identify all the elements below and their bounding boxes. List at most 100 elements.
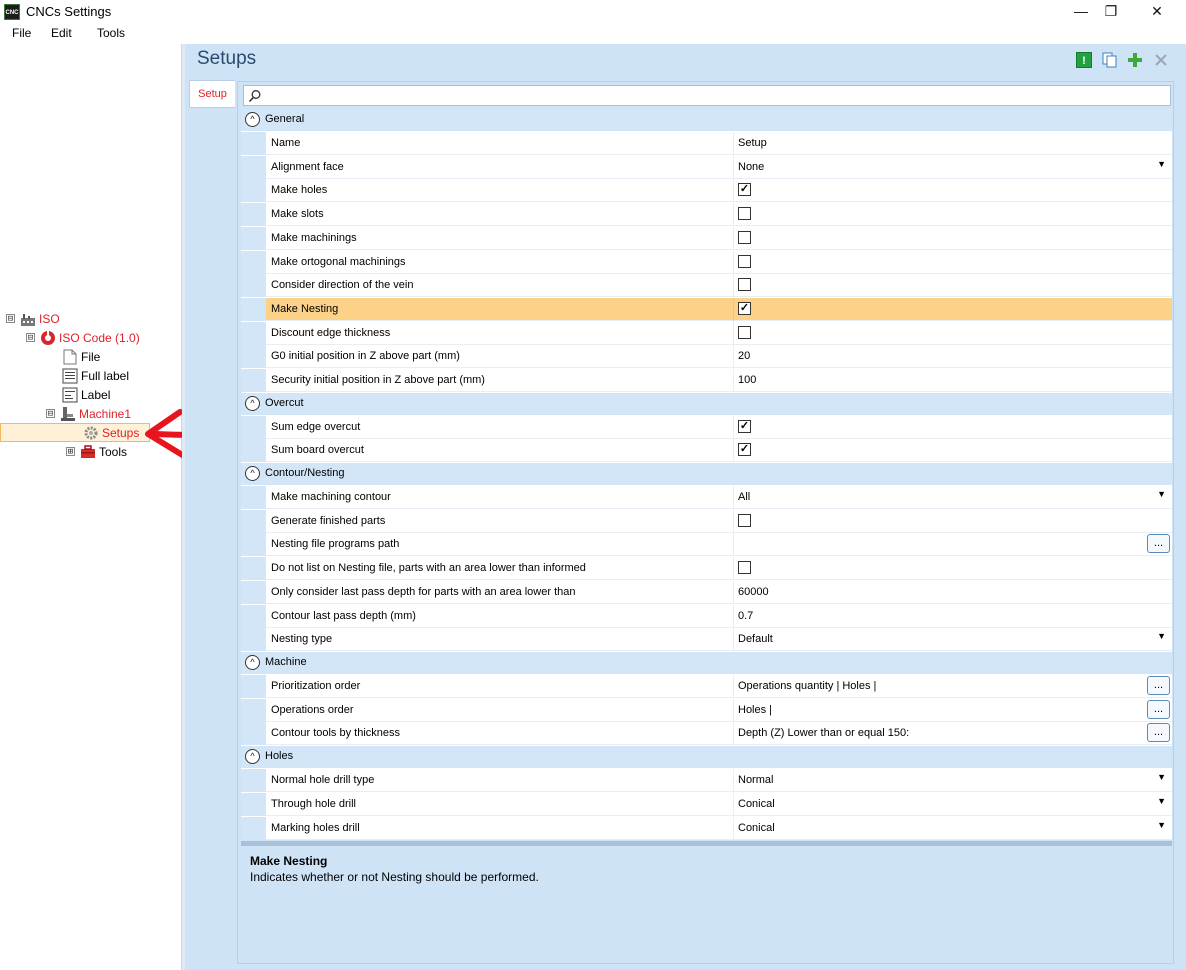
- property-checkbox[interactable]: [738, 231, 751, 244]
- maximize-button[interactable]: ❐: [1088, 0, 1134, 24]
- property-checkbox[interactable]: ✓: [738, 443, 751, 456]
- property-row[interactable]: Nesting file programs path...: [241, 533, 1172, 556]
- dropdown-arrow-icon[interactable]: ▼: [1157, 772, 1166, 782]
- property-row[interactable]: G0 initial position in Z above part (mm)…: [241, 345, 1172, 368]
- property-value[interactable]: All: [738, 491, 750, 503]
- property-row[interactable]: Make holes ✓: [241, 179, 1172, 202]
- property-checkbox[interactable]: ✓: [738, 183, 751, 196]
- ellipsis-button[interactable]: ...: [1147, 700, 1170, 719]
- property-row[interactable]: Name Setup: [241, 132, 1172, 155]
- property-row[interactable]: Make Nesting ✓: [241, 298, 1172, 321]
- tree-node-full-label[interactable]: Full label: [62, 366, 129, 385]
- property-checkbox[interactable]: [738, 326, 751, 339]
- collapse-category-icon[interactable]: ^: [245, 466, 260, 482]
- tree-node-machine1[interactable]: ⊟ Machine1: [46, 404, 131, 423]
- property-row[interactable]: Contour last pass depth (mm) 0.7: [241, 605, 1172, 628]
- dropdown-arrow-icon[interactable]: ▼: [1157, 796, 1166, 806]
- category-holes[interactable]: ^ Holes: [241, 746, 1172, 769]
- property-checkbox[interactable]: ✓: [738, 420, 751, 433]
- search-input[interactable]: [243, 85, 1171, 106]
- ellipsis-button[interactable]: ...: [1147, 534, 1170, 553]
- property-name: Make Nesting: [271, 303, 339, 315]
- property-row[interactable]: Generate finished parts: [241, 510, 1172, 533]
- menu-edit[interactable]: Edit: [51, 26, 72, 40]
- property-row[interactable]: Make machinings: [241, 227, 1172, 250]
- property-value[interactable]: None: [738, 161, 764, 173]
- property-value[interactable]: Holes |: [738, 704, 772, 716]
- tree-node-file[interactable]: File: [62, 347, 100, 366]
- property-row[interactable]: Consider direction of the vein: [241, 274, 1172, 297]
- property-value[interactable]: 60000: [738, 586, 769, 598]
- property-row[interactable]: Marking holes drill Conical ▼: [241, 817, 1172, 840]
- row-gutter: [241, 533, 266, 556]
- copy-icon[interactable]: [1102, 52, 1118, 68]
- property-row[interactable]: Operations order Holes |...: [241, 699, 1172, 722]
- property-checkbox[interactable]: [738, 278, 751, 291]
- menu-file[interactable]: File: [12, 26, 31, 40]
- tree-node-setups[interactable]: Setups: [0, 423, 150, 442]
- property-checkbox[interactable]: [738, 561, 751, 574]
- property-row[interactable]: Nesting type Default ▼: [241, 628, 1172, 651]
- tree-label-tools: Tools: [99, 444, 128, 459]
- category-general[interactable]: ^ General: [241, 109, 1172, 131]
- collapse-icon[interactable]: ⊟: [6, 314, 15, 324]
- property-checkbox[interactable]: [738, 207, 751, 220]
- property-row[interactable]: Make ortogonal machinings: [241, 251, 1172, 274]
- dropdown-arrow-icon[interactable]: ▼: [1157, 489, 1166, 499]
- tab-setup[interactable]: Setup: [189, 80, 235, 108]
- property-row[interactable]: Sum edge overcut ✓: [241, 416, 1172, 439]
- expand-icon[interactable]: ⊞: [66, 447, 75, 457]
- menu-tools[interactable]: Tools: [97, 26, 125, 40]
- property-value[interactable]: Conical: [738, 822, 775, 834]
- tree-node-tools[interactable]: ⊞ Tools: [66, 442, 127, 461]
- dropdown-arrow-icon[interactable]: ▼: [1157, 820, 1166, 830]
- collapse-category-icon[interactable]: ^: [245, 112, 260, 127]
- info-icon[interactable]: !: [1076, 52, 1092, 68]
- property-value[interactable]: 0.7: [738, 610, 753, 622]
- property-row[interactable]: Only consider last pass depth for parts …: [241, 581, 1172, 604]
- dropdown-arrow-icon[interactable]: ▼: [1157, 159, 1166, 169]
- property-row[interactable]: Discount edge thickness: [241, 322, 1172, 345]
- property-row[interactable]: Make slots: [241, 203, 1172, 226]
- delete-icon[interactable]: [1153, 52, 1169, 68]
- property-row[interactable]: Sum board overcut ✓: [241, 439, 1172, 462]
- property-row[interactable]: Make machining contour All ▼: [241, 486, 1172, 509]
- property-value[interactable]: 100: [738, 374, 756, 386]
- property-value[interactable]: 20: [738, 350, 750, 362]
- add-icon[interactable]: [1127, 52, 1143, 68]
- tree-node-iso-code[interactable]: ⊟ ISO Code (1.0): [26, 328, 140, 347]
- collapse-category-icon[interactable]: ^: [245, 655, 260, 670]
- category-overcut[interactable]: ^ Overcut: [241, 392, 1172, 415]
- category-label: Holes: [265, 750, 294, 763]
- property-value[interactable]: Setup: [738, 137, 767, 149]
- property-checkbox[interactable]: ✓: [738, 302, 751, 315]
- property-value[interactable]: Depth (Z) Lower than or equal 150:: [738, 727, 909, 739]
- category-contour-nesting[interactable]: ^ Contour/Nesting: [241, 463, 1172, 486]
- property-checkbox[interactable]: [738, 514, 751, 527]
- property-row[interactable]: Contour tools by thickness Depth (Z) Lowe…: [241, 722, 1172, 745]
- property-row[interactable]: Normal hole drill type Normal ▼: [241, 769, 1172, 792]
- property-row[interactable]: Do not list on Nesting file, parts with …: [241, 557, 1172, 580]
- collapse-icon[interactable]: ⊟: [26, 333, 35, 343]
- category-machine[interactable]: ^ Machine: [241, 652, 1172, 674]
- close-button[interactable]: ✕: [1134, 0, 1180, 24]
- ellipsis-button[interactable]: ...: [1147, 676, 1170, 695]
- dropdown-arrow-icon[interactable]: ▼: [1157, 631, 1166, 641]
- property-checkbox[interactable]: [738, 255, 751, 268]
- collapse-icon[interactable]: ⊟: [46, 409, 55, 419]
- property-value[interactable]: Normal: [738, 774, 773, 786]
- app-icon: CNC: [4, 4, 20, 20]
- content-frame: ^ General Name Setup Alignment face None ▼ Make…: [237, 81, 1174, 964]
- collapse-category-icon[interactable]: ^: [245, 395, 260, 411]
- property-value[interactable]: Conical: [738, 798, 775, 810]
- property-value[interactable]: Default: [738, 633, 773, 645]
- property-row[interactable]: Alignment face None ▼: [241, 156, 1172, 179]
- property-row[interactable]: Prioritization order Operations quantity …: [241, 675, 1172, 698]
- tree-node-label[interactable]: Label: [62, 385, 110, 404]
- collapse-category-icon[interactable]: ^: [245, 749, 260, 765]
- tree-node-iso[interactable]: ⊟ ISO: [6, 309, 60, 328]
- ellipsis-button[interactable]: ...: [1147, 723, 1170, 742]
- property-row[interactable]: Security initial position in Z above par…: [241, 369, 1172, 392]
- property-row[interactable]: Through hole drill Conical ▼: [241, 793, 1172, 816]
- property-value[interactable]: Operations quantity | Holes |: [738, 680, 876, 692]
